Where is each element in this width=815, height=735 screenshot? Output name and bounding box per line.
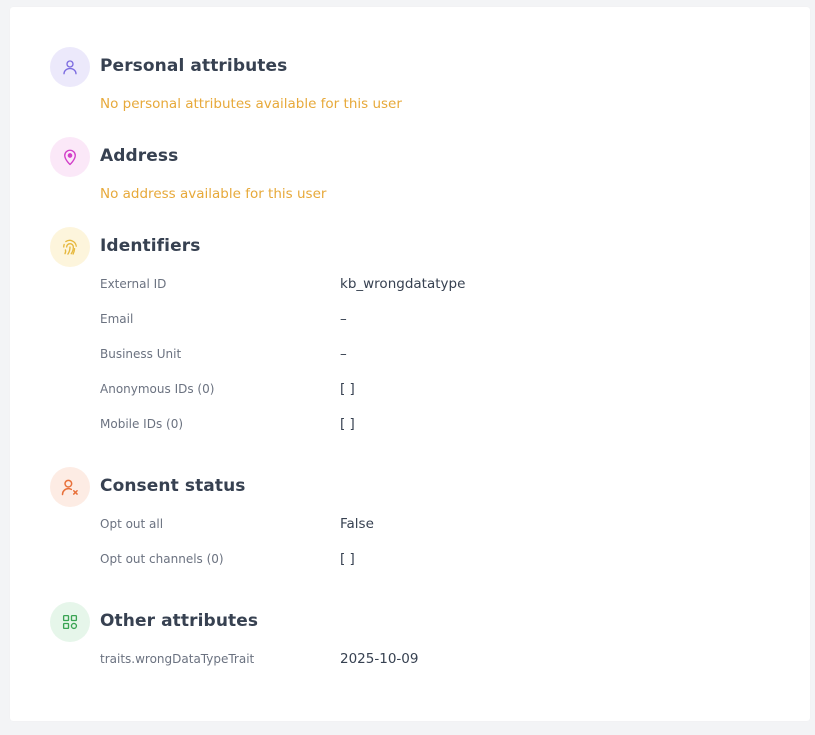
user-x-icon	[50, 467, 90, 507]
other-attribute-value: 2025-10-09	[340, 651, 419, 667]
address-section: Address No address available for this us…	[50, 137, 770, 202]
identifier-value: –	[340, 346, 347, 362]
location-pin-icon	[50, 137, 90, 177]
address-empty-message: No address available for this user	[100, 186, 327, 202]
identifier-label: Email	[100, 312, 134, 326]
identifier-label: Business Unit	[100, 347, 182, 361]
identifier-value: kb_wrongdatatype	[340, 276, 466, 292]
address-title: Address	[100, 146, 179, 166]
personal-attributes-title: Personal attributes	[100, 56, 288, 76]
consent-label: Opt out channels (0)	[100, 552, 224, 566]
consent-status-title: Consent status	[100, 476, 246, 496]
personal-attributes-header: Personal attributes	[50, 47, 770, 87]
consent-status-header: Consent status	[50, 467, 770, 507]
identifier-row-mobile-ids: Mobile IDs (0) [ ]	[100, 416, 760, 435]
other-attributes-section: Other attributes traits.wrongDataTypeTra…	[50, 602, 770, 667]
consent-label: Opt out all	[100, 517, 164, 531]
personal-attributes-section: Personal attributes No personal attribut…	[50, 47, 770, 112]
identifier-value: [ ]	[340, 381, 355, 397]
identifiers-section: Identifiers External ID kb_wrongdatatype…	[50, 227, 770, 432]
other-attribute-row: traits.wrongDataTypeTrait 2025-10-09	[100, 651, 760, 670]
address-header: Address	[50, 137, 770, 177]
consent-value: False	[340, 516, 374, 532]
identifier-value: [ ]	[340, 416, 355, 432]
identifier-label: Mobile IDs (0)	[100, 417, 184, 431]
consent-row-opt-out-all: Opt out all False	[100, 516, 760, 535]
grid-apps-icon	[50, 602, 90, 642]
consent-row-opt-out-channels: Opt out channels (0) [ ]	[100, 551, 760, 570]
identifier-label: External ID	[100, 277, 167, 291]
fingerprint-icon	[50, 227, 90, 267]
identifiers-title: Identifiers	[100, 236, 201, 256]
identifier-row-external-id: External ID kb_wrongdatatype	[100, 276, 760, 295]
user-icon	[50, 47, 90, 87]
identifiers-header: Identifiers	[50, 227, 770, 267]
personal-attributes-empty-message: No personal attributes available for thi…	[100, 96, 402, 112]
identifier-label: Anonymous IDs (0)	[100, 382, 215, 396]
identifier-row-anonymous-ids: Anonymous IDs (0) [ ]	[100, 381, 760, 400]
identifier-row-business-unit: Business Unit –	[100, 346, 760, 365]
other-attributes-title: Other attributes	[100, 611, 259, 631]
identifier-row-email: Email –	[100, 311, 760, 330]
other-attribute-label: traits.wrongDataTypeTrait	[100, 652, 255, 666]
consent-value: [ ]	[340, 551, 355, 567]
consent-status-section: Consent status Opt out all False Opt out…	[50, 467, 770, 567]
user-profile-card: Personal attributes No personal attribut…	[10, 7, 810, 721]
other-attributes-header: Other attributes	[50, 602, 770, 642]
identifier-value: –	[340, 311, 347, 327]
